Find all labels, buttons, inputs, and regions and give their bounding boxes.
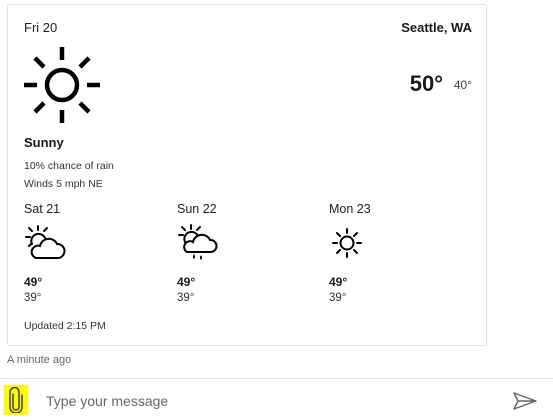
forecast-low: 39° xyxy=(177,292,195,304)
weather-card: Fri 20 Seattle, WA 50° 40° Sunny 10% cha… xyxy=(7,4,487,346)
current-temp-low: 40° xyxy=(453,78,472,92)
forecast-day: Mon 23 49° 39° xyxy=(329,202,469,312)
forecast-day: Sun 22 49° 39° xyxy=(177,202,317,312)
forecast-day-label: Sun 22 xyxy=(177,202,217,216)
current-day: Fri 20 xyxy=(24,20,58,35)
attach-button[interactable] xyxy=(4,385,28,415)
updated-time: Updated 2:15 PM xyxy=(24,320,106,332)
paperclip-icon xyxy=(9,387,23,413)
location: Seattle, WA xyxy=(401,20,472,35)
condition: Sunny xyxy=(24,135,64,150)
partly-cloudy-icon xyxy=(25,225,66,259)
forecast-high: 49° xyxy=(24,275,43,289)
sun-icon xyxy=(24,47,100,123)
current-temp-high: 50° xyxy=(409,71,443,96)
message-input[interactable] xyxy=(40,389,502,413)
forecast-high: 49° xyxy=(177,275,196,289)
forecast-high: 49° xyxy=(329,275,348,289)
wind: Winds 5 mph NE xyxy=(24,178,103,190)
sun-icon xyxy=(332,228,362,258)
rain-cloud-icon xyxy=(178,224,218,260)
message-timestamp: A minute ago xyxy=(7,354,72,366)
forecast-day-label: Mon 23 xyxy=(329,202,371,216)
forecast-day: Sat 21 49° 39° xyxy=(24,202,164,312)
rain-chance: 10% chance of rain xyxy=(24,160,114,172)
send-icon[interactable] xyxy=(512,391,538,411)
forecast-low: 39° xyxy=(329,292,347,304)
forecast-low: 39° xyxy=(24,292,42,304)
composer-divider xyxy=(0,378,553,379)
forecast-day-label: Sat 21 xyxy=(24,202,61,216)
